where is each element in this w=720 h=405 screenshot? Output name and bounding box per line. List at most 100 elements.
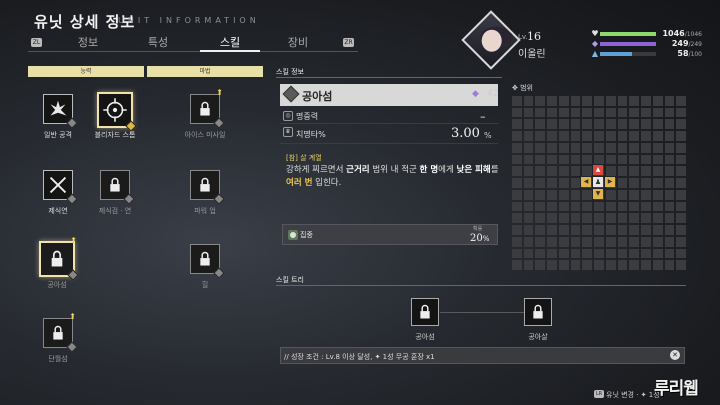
range-cell	[605, 107, 616, 118]
range-cell	[547, 178, 557, 188]
upgrade-arrow-icon: ⬆	[216, 88, 223, 97]
range-cell	[558, 189, 569, 200]
skill-jesikyeon[interactable]	[43, 170, 78, 205]
tab-info[interactable]: 정보	[58, 34, 118, 52]
range-cell	[523, 225, 534, 235]
range-cell	[629, 213, 640, 224]
range-cell	[629, 260, 640, 270]
skill-name: 제식검 · 연	[98, 207, 132, 215]
tab-skills[interactable]: 스킬	[200, 34, 260, 52]
lr-button-icon[interactable]: LR	[594, 390, 604, 398]
range-cell	[523, 178, 534, 188]
skill-normal-attack[interactable]	[43, 94, 78, 129]
range-cell	[582, 260, 593, 270]
crossed-swords-icon	[49, 176, 67, 194]
range-cell	[570, 248, 581, 259]
range-cell	[582, 201, 593, 212]
range-cell	[629, 131, 640, 141]
move-icon: ✥	[512, 84, 521, 92]
skill-jesikgeom-yeon[interactable]	[100, 170, 135, 205]
range-cell	[512, 166, 522, 177]
range-cell	[617, 248, 628, 259]
skill-ice-missile[interactable]: ⬆	[190, 88, 225, 129]
diamond-mana-icon: ◆	[591, 39, 599, 48]
skill-name-title: 공아섬	[302, 90, 333, 103]
range-cell	[605, 96, 616, 106]
lock-icon	[53, 325, 63, 340]
range-cell	[523, 131, 534, 141]
desc-text: 를	[490, 165, 499, 175]
range-cell	[629, 236, 640, 247]
range-cell	[605, 142, 616, 153]
range-cell	[570, 131, 581, 141]
focus-effect-box	[282, 224, 498, 245]
desc-text: 강하게 찌르면서	[286, 165, 347, 175]
skill-power-up[interactable]	[190, 170, 225, 205]
range-cell	[652, 189, 663, 200]
tree-node-label: 공아살	[528, 333, 548, 341]
range-cell	[558, 201, 569, 212]
range-cell	[535, 96, 546, 106]
range-cell	[512, 154, 522, 165]
range-cell	[617, 107, 628, 118]
range-cell	[652, 260, 663, 270]
range-cell	[558, 213, 569, 224]
range-cell	[558, 166, 569, 177]
range-cell	[570, 225, 581, 235]
tab-traits[interactable]: 특성	[128, 34, 188, 52]
range-cell	[570, 142, 581, 153]
range-cell	[664, 260, 675, 270]
tree-node-gongaseom[interactable]	[411, 298, 439, 326]
range-cell	[652, 107, 663, 118]
range-cell	[512, 119, 522, 130]
range-cell	[641, 154, 651, 165]
range-cell	[558, 131, 569, 141]
range-cell	[617, 131, 628, 141]
range-cell	[523, 189, 534, 200]
range-cell	[535, 154, 546, 165]
skill-name: 블리자드 스톰	[94, 131, 136, 139]
range-cell	[676, 213, 686, 224]
range-cell	[664, 119, 675, 130]
focus-value: 20%	[470, 233, 489, 244]
range-cell	[547, 154, 557, 165]
skill-danwolseom[interactable]: ⬆	[43, 312, 78, 353]
range-cell	[641, 96, 651, 106]
range-cell	[523, 142, 534, 153]
range-cell	[535, 189, 546, 200]
range-cell	[676, 189, 686, 200]
skill-gongaseom[interactable]: ⬆	[39, 236, 79, 281]
range-cell	[594, 96, 604, 106]
range-cell	[641, 213, 651, 224]
range-cell	[617, 154, 628, 165]
range-cell	[605, 213, 616, 224]
tree-node-gongasal[interactable]	[524, 298, 552, 326]
skill-blizzard-storm[interactable]	[97, 92, 137, 132]
range-cell	[594, 260, 604, 270]
tab-key-right: ZR	[343, 38, 354, 47]
range-cell	[523, 154, 534, 165]
range-cell	[547, 225, 557, 235]
range-cell	[641, 236, 651, 247]
range-cell	[594, 225, 604, 235]
range-cell	[664, 96, 675, 106]
range-cell	[570, 107, 581, 118]
tab-equipment[interactable]: 장비	[268, 34, 328, 52]
skill-heal[interactable]	[190, 244, 225, 279]
range-cell	[605, 189, 616, 200]
range-header-label: 범위	[520, 84, 533, 92]
skill-description: 강하게 찌르면서 근거리 범위 내 적군 한 명에게 낮은 피해를 여러 번 입…	[286, 164, 500, 190]
focus-icon	[288, 230, 298, 240]
range-cell	[547, 96, 557, 106]
range-cell	[558, 248, 569, 259]
range-cell	[535, 119, 546, 130]
range-cell	[547, 260, 557, 270]
close-icon[interactable]: ✕	[670, 350, 680, 360]
range-cell	[652, 248, 663, 259]
range-arrow-right: ▶	[605, 177, 615, 187]
focus-caption: 확률	[473, 226, 483, 232]
range-cell	[617, 166, 628, 177]
range-cell	[605, 131, 616, 141]
unit-change-hint[interactable]: 유닛 변경 · ✦ 1성	[606, 390, 660, 400]
range-cell	[605, 201, 616, 212]
